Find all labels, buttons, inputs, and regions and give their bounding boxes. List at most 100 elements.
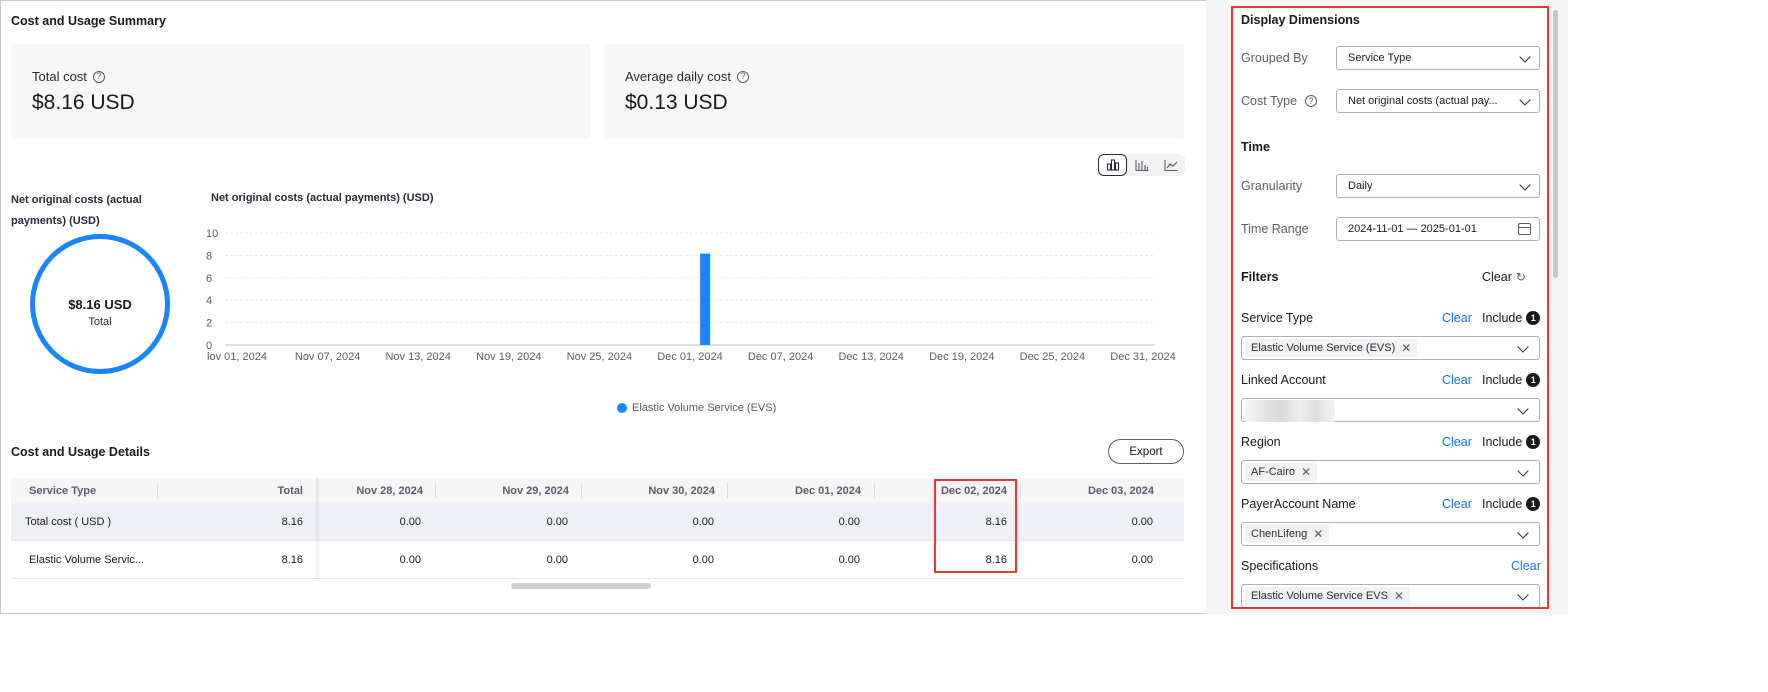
y-tick-label: 10 — [206, 228, 218, 240]
filter-tag: Elastic Volume Service (EVS) ✕ — [1245, 339, 1418, 357]
y-tick-label: 6 — [206, 273, 212, 285]
cost-type-label: Cost Type — [1241, 94, 1298, 108]
time-range-picker[interactable]: 2024-11-01 — 2025-01-01 — [1336, 217, 1540, 241]
summary-title: Cost and Usage Summary — [11, 14, 166, 28]
x-tick-label: Nov 13, 2024 — [385, 351, 450, 363]
payer-account-filter-select[interactable]: ChenLifeng ✕ — [1241, 522, 1540, 546]
close-icon[interactable]: ✕ — [1401, 341, 1411, 355]
service-type-filter-select[interactable]: Elastic Volume Service (EVS) ✕ — [1241, 336, 1540, 360]
total-cost-card: Total cost ? $8.16 USD — [11, 44, 590, 139]
column-header[interactable]: Nov 30, 2024 — [587, 478, 715, 503]
legend-dot — [617, 403, 627, 413]
column-divider — [727, 483, 728, 498]
x-tick-label: Dec 25, 2024 — [1020, 351, 1085, 363]
details-title: Cost and Usage Details — [11, 445, 150, 459]
filters-title: Filters — [1241, 270, 1279, 284]
filter-include-toggle[interactable]: Include 1 — [1482, 311, 1541, 325]
column-header[interactable]: Service Type — [29, 478, 159, 503]
filter-linked-account-label: Linked Account — [1241, 373, 1326, 387]
filter-specifications-label: Specifications — [1241, 559, 1319, 573]
filter-clear-button[interactable]: Clear — [1442, 373, 1472, 387]
include-label: Include — [1482, 311, 1523, 325]
table-cell: 0.00 — [838, 515, 860, 528]
filter-clear-button[interactable]: Clear — [1442, 311, 1472, 325]
chevron-down-icon — [1519, 179, 1531, 191]
chevron-down-icon — [1517, 403, 1529, 415]
filter-payer-account-label: PayerAccount Name — [1241, 497, 1356, 511]
x-tick-label: Nov 19, 2024 — [476, 351, 541, 363]
clear-all-filters-button[interactable]: Clear ↻ — [1482, 270, 1526, 284]
tag-label: Elastic Volume Service EVS — [1251, 590, 1388, 602]
table-cell: 0.00 — [838, 553, 860, 566]
column-header[interactable]: Total — [161, 478, 303, 503]
filter-include-toggle[interactable]: Include 1 — [1482, 373, 1541, 387]
table-cell: Elastic Volume Servic... — [29, 553, 144, 566]
y-tick-label: 8 — [206, 250, 212, 262]
legend-label: Elastic Volume Service (EVS) — [632, 402, 777, 414]
bar-chart-toggle[interactable] — [1098, 154, 1127, 176]
filter-include-toggle[interactable]: Include 1 — [1482, 435, 1541, 449]
include-label: Include — [1482, 373, 1523, 387]
donut-value: $8.16 USD — [68, 297, 132, 312]
chevron-down-icon — [1517, 465, 1529, 477]
help-icon[interactable]: ? — [92, 70, 105, 83]
column-header[interactable]: Dec 03, 2024 — [1026, 478, 1154, 503]
chevron-down-icon — [1517, 341, 1529, 353]
frozen-column-shadow — [316, 478, 320, 579]
granularity-value: Daily — [1348, 180, 1373, 192]
y-tick-label: 4 — [206, 295, 212, 307]
linked-account-filter-select[interactable] — [1241, 398, 1540, 422]
chart-type-toggle — [1098, 154, 1185, 176]
table-cell: 0.00 — [692, 515, 714, 528]
filter-clear-button[interactable]: Clear — [1442, 435, 1472, 449]
close-icon[interactable]: ✕ — [1394, 589, 1404, 603]
close-icon[interactable]: ✕ — [1313, 527, 1323, 541]
x-tick-label: Dec 07, 2024 — [748, 351, 813, 363]
bar-chart: 1086420lov 01, 2024 Nov 07, 2024 Nov 13, 2… — [206, 228, 1176, 363]
help-icon[interactable]: ? — [737, 70, 749, 83]
column-divider — [157, 483, 158, 498]
x-tick-label: Nov 25, 2024 — [567, 351, 632, 363]
avg-daily-cost-card: Average daily cost ? $0.13 USD — [604, 44, 1184, 139]
panel-vertical-scrollbar[interactable] — [1553, 10, 1558, 278]
line-chart-toggle[interactable] — [1156, 154, 1185, 176]
redacted-account-tag — [1245, 400, 1335, 422]
column-divider — [435, 483, 436, 498]
avg-cost-label-wrap: Average daily cost ? — [625, 69, 749, 84]
column-divider — [581, 483, 582, 498]
filter-tag: ChenLifeng ✕ — [1245, 525, 1330, 543]
column-divider — [1020, 483, 1021, 498]
column-header[interactable]: Nov 28, 2024 — [321, 478, 423, 503]
help-icon[interactable]: ? — [1305, 95, 1318, 107]
filter-clear-button[interactable]: Clear — [1442, 497, 1472, 511]
y-tick-label: 2 — [206, 318, 212, 330]
grouped-by-select[interactable]: Service Type — [1336, 46, 1540, 70]
export-button[interactable]: Export — [1108, 439, 1184, 464]
specifications-filter-select[interactable]: Elastic Volume Service EVS ✕ — [1241, 584, 1540, 607]
main-content: Cost and Usage Summary Total cost ? $8.1… — [0, 0, 1200, 614]
granularity-select[interactable]: Daily — [1336, 174, 1540, 198]
chart-legend[interactable]: Elastic Volume Service (EVS) — [617, 402, 776, 414]
table-horizontal-scrollbar[interactable] — [511, 583, 651, 589]
count-badge: 1 — [1526, 373, 1541, 387]
chevron-down-icon — [1517, 527, 1529, 539]
filter-clear-button[interactable]: Clear — [1511, 559, 1541, 573]
chevron-down-icon — [1517, 589, 1529, 601]
close-icon[interactable]: ✕ — [1301, 465, 1311, 479]
table-cell: Total cost ( USD ) — [25, 515, 112, 528]
cost-type-value: Net original costs (actual pay... — [1348, 95, 1498, 107]
region-filter-select[interactable]: AF-Cairo ✕ — [1241, 460, 1540, 484]
column-header[interactable]: Nov 29, 2024 — [441, 478, 569, 503]
tag-label: AF-Cairo — [1251, 466, 1296, 478]
clear-all-label: Clear — [1482, 270, 1512, 284]
chart-bar[interactable] — [700, 253, 711, 345]
cost-type-label-wrap: Cost Type ? — [1241, 94, 1318, 108]
calendar-icon — [1518, 223, 1531, 235]
table-cell: 8.16 — [281, 553, 303, 566]
column-header[interactable]: Dec 01, 2024 — [733, 478, 861, 503]
filter-include-toggle[interactable]: Include 1 — [1482, 497, 1541, 511]
table-cell: 8.16 — [281, 515, 303, 528]
donut-subtitle: Total — [88, 316, 112, 328]
cost-type-select[interactable]: Net original costs (actual pay... — [1336, 89, 1540, 113]
stacked-bar-chart-toggle[interactable] — [1127, 154, 1156, 176]
